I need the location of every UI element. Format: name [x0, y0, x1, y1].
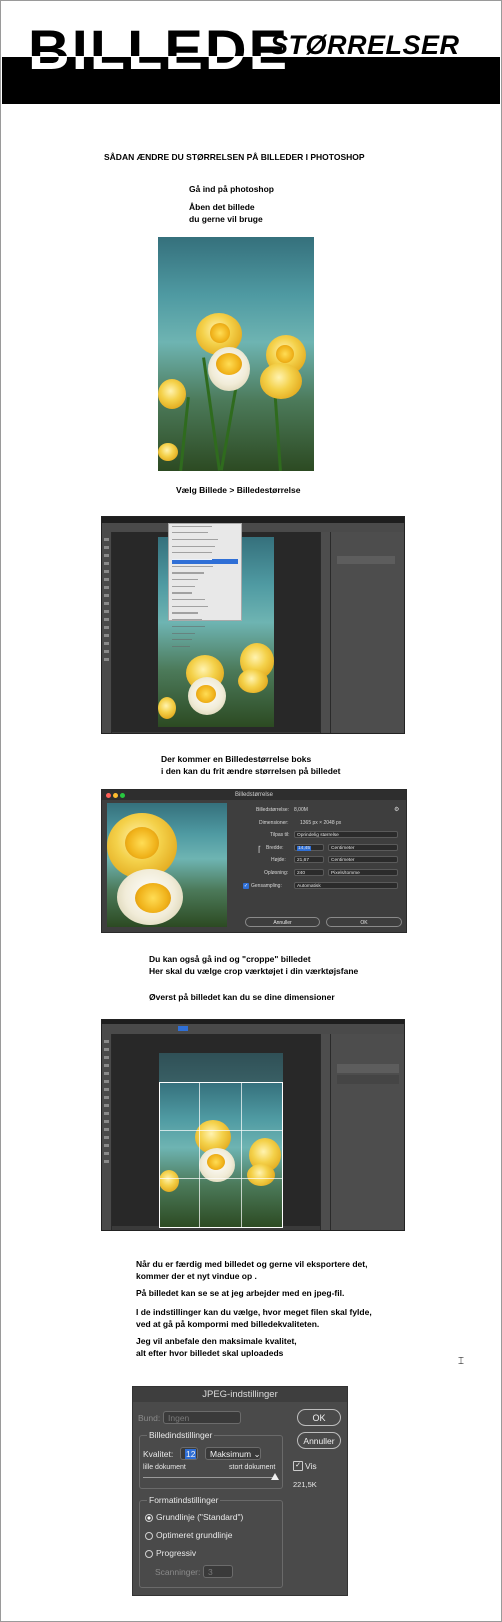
width-value: 14,45	[297, 846, 312, 851]
image-size-dialog-title: Billedstørrelse	[102, 790, 406, 800]
ok-button[interactable]: OK	[297, 1409, 341, 1426]
resample-label: Gensampling:	[251, 883, 282, 889]
resolution-input[interactable]: 240	[294, 869, 324, 876]
step-image-size-dialog: Der kommer en Billedestørrelse boks i de…	[161, 754, 341, 776]
link-icon[interactable]: ⌈	[258, 846, 261, 854]
width-label: Bredde:	[266, 845, 284, 851]
minimize-icon[interactable]	[113, 793, 118, 798]
quality-preset-value: Maksimum	[210, 1449, 252, 1459]
header-title-big: BILLEDE	[28, 18, 290, 81]
photoshop-menu-screenshot	[101, 516, 405, 734]
step-open-image: Åben det billede du gerne vil bruge	[189, 202, 263, 224]
quality-input[interactable]: 12	[180, 1447, 198, 1460]
width-unit-select[interactable]: Centimeter	[328, 844, 398, 851]
fit-to-select[interactable]: Oprindelig størrelse	[294, 831, 398, 838]
matte-label: Bund:	[138, 1413, 161, 1423]
image-options-group	[139, 1435, 283, 1489]
quality-value: 12	[185, 1449, 197, 1459]
radio-progressive[interactable]	[145, 1550, 153, 1558]
format-options-label: Formatindstillinger	[147, 1495, 221, 1505]
option-baseline-standard: Grundlinje ("Standard")	[156, 1512, 244, 1522]
intro-heading: SÅDAN ÆNDRE DU STØRRELSEN PÅ BILLEDER I …	[104, 152, 365, 162]
quality-preset-select[interactable]: Maksimum ⌄	[205, 1447, 261, 1460]
jpeg-dialog-title: JPEG-indstillinger	[133, 1387, 347, 1402]
height-label: Højde:	[271, 857, 286, 863]
cursor-icon: ⌶	[458, 1356, 464, 1367]
image-options-label: Billedindstillinger	[147, 1430, 215, 1440]
option-progressive: Progressiv	[156, 1548, 197, 1558]
height-input[interactable]: 21,67	[294, 856, 324, 863]
resolution-unit-select[interactable]: Pixels/tomme	[328, 869, 398, 876]
large-file-label: stort dokument	[229, 1464, 276, 1471]
dimensions-value: 1365 px × 2048 px	[300, 820, 342, 826]
header-title-small: STØRRELSER	[270, 30, 460, 60]
daffodil-photo	[158, 237, 314, 471]
small-file-label: lille dokument	[143, 1464, 186, 1471]
dimensions-label: Dimensioner:	[259, 820, 289, 826]
preview-image	[107, 803, 227, 927]
cancel-button[interactable]: Annuller	[245, 917, 320, 927]
scans-label: Scanninger:	[155, 1567, 201, 1577]
maximize-icon[interactable]	[120, 793, 125, 798]
step-open-photoshop: Gå ind på photoshop	[189, 184, 274, 194]
resolution-label: Opløsning:	[264, 870, 289, 876]
gear-icon[interactable]: ⚙	[394, 806, 399, 813]
close-icon[interactable]	[106, 793, 111, 798]
export-paragraph-2: På billedet kan se se at jeg arbejder me…	[136, 1288, 345, 1298]
step-choose-image-size: Vælg Billede > Billedestørrelse	[176, 485, 301, 495]
resample-checkbox[interactable]: ✓	[243, 883, 249, 889]
option-baseline-optimized: Optimeret grundlinje	[156, 1530, 233, 1540]
preview-checkbox[interactable]: ✓	[293, 1461, 303, 1471]
radio-baseline-optimized[interactable]	[145, 1532, 153, 1540]
quality-label: Kvalitet:	[143, 1449, 174, 1459]
file-size-value: 221,5K	[293, 1480, 317, 1489]
cancel-button[interactable]: Annuller	[297, 1432, 341, 1449]
fit-to-label: Tilpas til:	[270, 832, 290, 838]
resample-select[interactable]: Automatisk	[294, 882, 398, 889]
quality-slider-thumb[interactable]	[271, 1473, 279, 1480]
photoshop-crop-screenshot	[101, 1019, 405, 1231]
scans-select[interactable]: 3	[203, 1565, 233, 1578]
width-input[interactable]: 14,45	[294, 844, 324, 851]
height-unit-select[interactable]: Centimeter	[328, 856, 398, 863]
step-dimensions: Øverst på billedet kan du se dine dimens…	[149, 992, 335, 1002]
export-paragraph-1: Når du er færdig med billedet og gerne v…	[136, 1259, 368, 1281]
size-value: 8,00M	[294, 807, 308, 813]
size-label: Billedstørrelse:	[256, 807, 290, 813]
preview-label: Vis	[305, 1461, 317, 1471]
jpeg-options-dialog: JPEG-indstillinger Bund: Ingen OK Annull…	[132, 1386, 348, 1596]
image-size-dialog: Billedstørrelse Billedstørrelse: 8,00M ⚙…	[101, 789, 407, 933]
matte-select[interactable]: Ingen	[163, 1411, 241, 1424]
step-crop: Du kan også gå ind og "croppe" billedet …	[149, 954, 359, 976]
radio-baseline-standard[interactable]	[145, 1514, 153, 1522]
export-paragraph-4: Jeg vil anbefale den maksimale kvalitet,…	[136, 1336, 297, 1358]
quality-slider-track[interactable]	[143, 1477, 275, 1478]
export-paragraph-3: I de indstillinger kan du vælge, hvor me…	[136, 1307, 372, 1329]
ok-button[interactable]: OK	[326, 917, 402, 927]
